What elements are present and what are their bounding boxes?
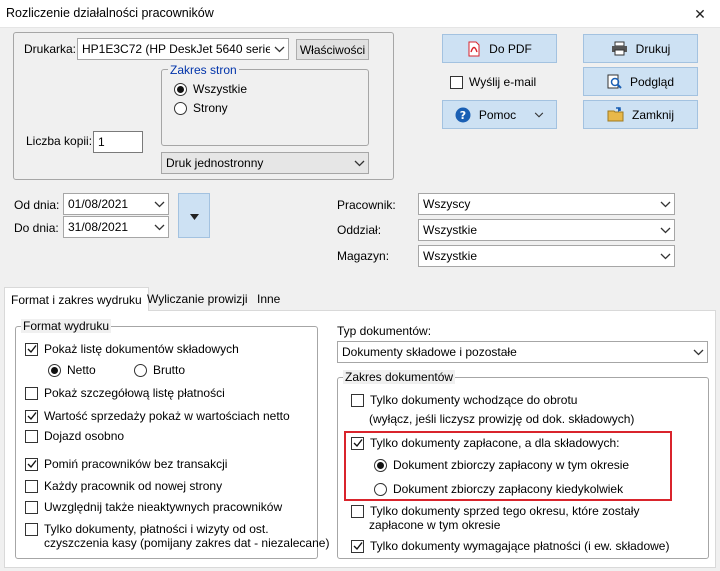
branch-label: Oddział: — [337, 223, 382, 237]
chevron-down-icon — [150, 217, 168, 237]
incoming-docs-checkbox[interactable]: Tylko dokumenty wchodzące do obrotu — [351, 393, 577, 407]
chevron-down-icon — [656, 220, 674, 240]
show-payments-checkbox[interactable]: Pokaż szczegółową listę płatności — [25, 386, 225, 400]
doc-type-select[interactable]: Dokumenty składowe i pozostałe — [337, 341, 708, 363]
before-period-label-line2: zapłacone w tym okresie — [369, 518, 501, 532]
gross-radio[interactable]: Brutto — [134, 363, 185, 377]
tab-other[interactable]: Inne — [251, 287, 286, 311]
range-pages-radio[interactable]: Strony — [174, 101, 228, 115]
branch-select[interactable]: Wszystkie — [418, 219, 675, 241]
since-clear-checkbox[interactable]: Tylko dokumenty, płatności i wizyty od o… — [25, 522, 269, 536]
employee-label: Pracownik: — [337, 198, 396, 212]
before-period-checkbox[interactable]: Tylko dokumenty sprzed tego okresu, któr… — [351, 504, 639, 518]
chevron-down-icon — [270, 39, 288, 59]
paid-anytime-radio[interactable]: Dokument zbiorczy zapłacony kiedykolwiek — [374, 482, 623, 496]
close-button[interactable]: Zamknij — [583, 100, 698, 129]
magnifier-icon — [607, 74, 622, 90]
warehouse-select[interactable]: Wszystkie — [418, 245, 675, 267]
sales-net-checkbox[interactable]: Wartość sprzedaży pokaż w wartościach ne… — [25, 409, 290, 423]
svg-text:?: ? — [460, 109, 466, 122]
pdf-icon — [467, 41, 481, 57]
send-email-checkbox[interactable]: Wyślij e-mail — [450, 75, 536, 89]
new-page-checkbox[interactable]: Każdy pracownik od nowej strony — [25, 479, 222, 493]
include-inactive-checkbox[interactable]: Uwzględnij także nieaktywnych pracownikó… — [25, 500, 282, 514]
date-to-label: Do dnia: — [14, 221, 59, 235]
doc-type-label: Typ dokumentów: — [337, 324, 432, 338]
doc-range-legend: Zakres dokumentów — [343, 370, 456, 384]
help-button[interactable]: ? Pomoc — [442, 100, 557, 129]
page-range-legend: Zakres stron — [168, 63, 239, 77]
employee-select[interactable]: Wszyscy — [418, 193, 675, 215]
copies-input[interactable]: 1 — [93, 131, 143, 153]
title-bar: Rozliczenie działalności pracowników ✕ — [0, 0, 720, 28]
tab-format[interactable]: Format i zakres wydruku — [4, 287, 149, 311]
chevron-down-icon — [656, 194, 674, 214]
printer-label: Drukarka: — [24, 42, 77, 56]
chevron-down-icon — [350, 153, 368, 173]
chevron-down-icon — [689, 342, 707, 362]
printer-icon — [611, 41, 628, 56]
date-preset-button[interactable] — [178, 193, 210, 238]
window-close-button[interactable]: ✕ — [680, 0, 720, 28]
need-payment-checkbox[interactable]: Tylko dokumenty wymagające płatności (i … — [351, 539, 669, 553]
exit-folder-icon — [607, 107, 624, 122]
warehouse-label: Magazyn: — [337, 249, 390, 263]
chevron-down-icon — [656, 246, 674, 266]
chevron-down-icon — [534, 111, 544, 118]
preview-button[interactable]: Podgląd — [583, 67, 698, 96]
date-to-picker[interactable]: 31/08/2021 — [63, 216, 169, 238]
triangle-down-icon — [189, 209, 199, 223]
show-docs-checkbox[interactable]: Pokaż listę dokumentów składowych — [25, 342, 239, 356]
help-icon: ? — [455, 107, 471, 123]
copies-label: Liczba kopii: — [26, 134, 93, 148]
commute-checkbox[interactable]: Dojazd osobno — [25, 429, 124, 443]
date-from-picker[interactable]: 01/08/2021 — [63, 193, 169, 215]
printer-properties-button[interactable]: Właściwości — [296, 39, 369, 60]
net-radio[interactable]: Netto — [48, 363, 96, 377]
paid-docs-checkbox[interactable]: Tylko dokumenty zapłacone, a dla składow… — [351, 436, 619, 450]
window-title: Rozliczenie działalności pracowników — [6, 6, 214, 20]
tab-commission[interactable]: Wyliczanie prowizji — [141, 287, 254, 311]
printer-select[interactable]: HP1E3C72 (HP DeskJet 5640 series) (K — [77, 38, 289, 60]
print-button[interactable]: Drukuj — [583, 34, 698, 63]
range-all-radio[interactable]: Wszystkie — [174, 82, 247, 96]
duplex-select[interactable]: Druk jednostronny — [161, 152, 369, 174]
skip-no-transactions-checkbox[interactable]: Pomiń pracowników bez transakcji — [25, 457, 227, 471]
pdf-button[interactable]: Do PDF — [442, 34, 557, 63]
since-clear-label-line2: czyszczenia kasy (pomijany zakres dat - … — [44, 536, 330, 550]
chevron-down-icon — [150, 194, 168, 214]
incoming-docs-hint: (wyłącz, jeśli liczysz prowizję od dok. … — [369, 412, 635, 426]
date-from-label: Od dnia: — [14, 198, 60, 212]
paid-in-period-radio[interactable]: Dokument zbiorczy zapłacony w tym okresi… — [374, 458, 629, 472]
format-legend: Format wydruku — [21, 319, 112, 333]
close-icon: ✕ — [694, 5, 706, 22]
